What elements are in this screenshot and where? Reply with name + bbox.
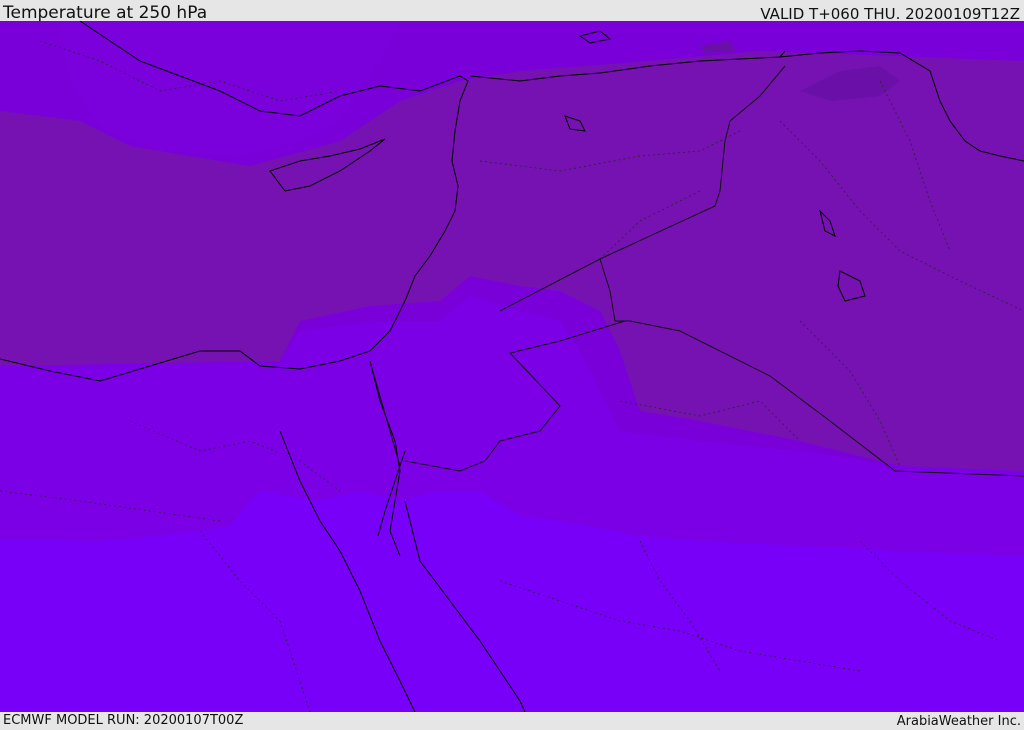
chart-title: Temperature at 250 hPa	[3, 3, 208, 23]
credit-label: ArabiaWeather Inc.	[896, 714, 1021, 729]
model-run-label: ECMWF MODEL RUN: 20200107T00Z	[3, 713, 244, 728]
map-area[interactable]	[0, 21, 1024, 712]
header-bar: Temperature at 250 hPa VALID T+060 THU. …	[0, 0, 1024, 23]
footer-bar: ECMWF MODEL RUN: 20200107T00Z ArabiaWeat…	[0, 712, 1024, 729]
temperature-map	[0, 21, 1024, 712]
